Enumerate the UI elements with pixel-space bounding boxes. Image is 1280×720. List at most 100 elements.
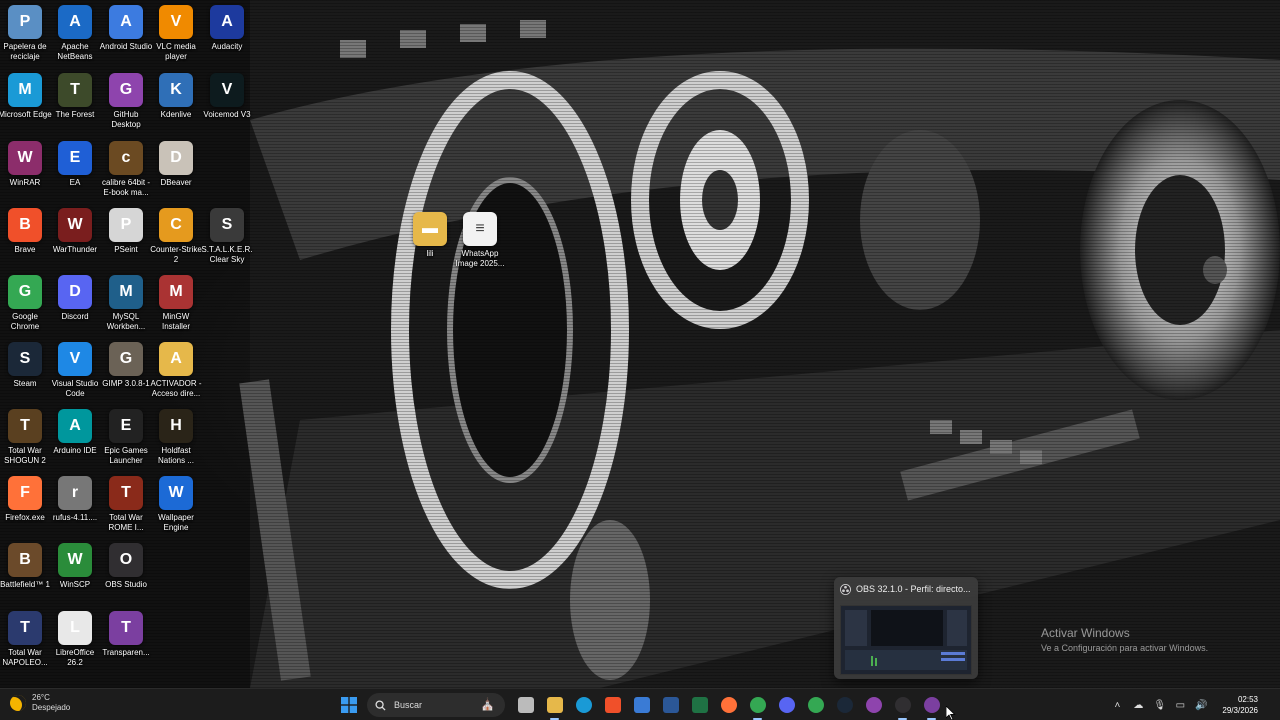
desktop-shortcut-netbeans[interactable]: A Apache NetBeans [50,5,100,69]
weather-widget[interactable]: 26°C Despejado [10,693,70,713]
desktop-shortcut-discord[interactable]: D Discord [50,275,100,339]
taskbar-app-excel[interactable] [685,693,714,717]
desktop-shortcut-libreoffice[interactable]: L LibreOffice 26.2 [50,611,100,675]
desktop-shortcut-the-forest[interactable]: T The Forest [50,73,100,137]
desktop-shortcut-rome[interactable]: T Total War ROME I... [101,476,151,540]
desktop-shortcut-voicemod[interactable]: V Voicemod V3 [202,73,252,137]
desktop-shortcut-edge[interactable]: M Microsoft Edge [0,73,52,137]
desktop-shortcut-stalker[interactable]: S S.T.A.L.K.E.R. Clear Sky [201,208,253,272]
taskbar-search-box[interactable]: Buscar ⛪ [367,693,505,717]
desktop-shortcut-winscp[interactable]: W WinSCP [50,543,100,607]
battlefield-icon: B [8,543,42,577]
desktop-shortcut-label: Steam [13,379,37,388]
chrome-icon [807,697,824,713]
desktop-shortcut-obs[interactable]: O OBS Studio [101,543,151,607]
desktop-shortcut-label: ACTIVADOR - Acceso dire... [150,379,202,398]
desktop-shortcut-label: Arduino IDE [53,446,97,455]
search-label: Buscar [394,700,423,710]
taskbar-app-github-desktop[interactable] [859,693,888,717]
desktop-shortcut-recycle-bin[interactable]: P Papelera de reciclaje [0,5,50,69]
desktop-shortcut-warthunder[interactable]: W WarThunder [50,208,100,272]
taskbar-app-brave[interactable] [598,693,627,717]
microphone-icon[interactable]: 🎙 [1153,700,1166,711]
weather-description: Despejado [32,703,71,712]
obs-icon: O [109,543,143,577]
desktop-shortcut-steam[interactable]: S Steam [0,342,50,406]
taskbar-app-discord[interactable] [772,693,801,717]
taskbar-app-file-explorer[interactable] [540,693,569,720]
taskbar-app-store[interactable] [627,693,656,717]
desktop-shortcut-vlc[interactable]: V VLC media player [151,5,201,69]
desktop-shortcut-gimp[interactable]: G GIMP 3.0.8-1 [101,342,151,406]
cloud-sync-icon[interactable]: ☁ [1132,700,1144,711]
desktop-shortcut-mysql-workbench[interactable]: M MySQL Workben... [101,275,151,339]
desktop-shortcut-label: VLC media player [156,42,196,61]
taskbar-app-edge[interactable] [569,693,598,717]
desktop-shortcut-firefox[interactable]: F Firefox.exe [0,476,50,540]
desktop-shortcut-rufus[interactable]: r rufus-4.11.... [50,476,100,540]
obs-window-thumbnail[interactable] [840,605,972,675]
system-tray: ˄ ☁ 🎙 ▭ 🔊 02:53 29/3/2026 [1111,693,1258,717]
desktop-shortcut-arduino[interactable]: A Arduino IDE [50,409,100,473]
calibre-icon: c [109,141,143,175]
desktop-shortcut-label: MinGW Installer [161,312,190,331]
shogun2-icon: T [8,409,42,443]
desktop-shortcut-label: Google Chrome [10,312,40,331]
network-icon[interactable]: ▭ [1174,700,1186,711]
taskbar-app-task-view[interactable] [511,693,540,717]
taskbar-app-chrome[interactable] [743,693,772,720]
desktop-shortcut-napoleon[interactable]: T Total War NAPOLEO... [0,611,50,675]
windows-start-icon [340,697,357,713]
taskbar-app-steam[interactable] [830,693,859,717]
desktop-shortcut-epic-games[interactable]: E Epic Games Launcher [101,409,151,473]
desktop-shortcut-holdfast[interactable]: H Holdfast Nations ... [151,409,201,473]
desktop-shortcut-audacity[interactable]: A Audacity [202,5,252,69]
desktop-shortcut-chrome[interactable]: G Google Chrome [0,275,50,339]
start-button[interactable] [334,693,363,717]
desktop-shortcut-vscode[interactable]: V Visual Studio Code [50,342,100,406]
desktop-shortcut-winrar[interactable]: W WinRAR [0,141,50,205]
desktop-shortcut-shogun2[interactable]: T Total War SHOGUN 2 [0,409,50,473]
desktop-shortcut-label: Firefox.exe [5,513,45,522]
desktop-shortcut-label: Wallpaper Engine [158,513,194,532]
desktop-shortcut-mingw[interactable]: M MinGW Installer [151,275,201,339]
taskbar-clock[interactable]: 02:53 29/3/2026 [1222,694,1258,716]
obs-window-preview[interactable]: OBS 32.1.0 - Perfil: directo... [834,577,978,679]
desktop-shortcut-transparent[interactable]: T Transparen... [101,611,151,675]
image-file-icon: ≡ [463,212,497,246]
vscode-icon: V [58,342,92,376]
desktop-folder-lili[interactable]: ▬ lili [405,212,455,276]
desktop-shortcut-brave[interactable]: B Brave [0,208,50,272]
desktop-shortcut-github-desktop[interactable]: G GitHub Desktop [101,73,151,137]
desktop-shortcut-folder[interactable]: A ACTIVADOR - Acceso dire... [151,342,201,406]
kdenlive-icon: K [159,73,193,107]
napoleon-icon: T [8,611,42,645]
epic-games-icon: E [109,409,143,443]
brave-icon [604,697,621,713]
desktop-shortcut-pseint[interactable]: P PSeint [101,208,151,272]
desktop-shortcut-battlefield[interactable]: B Battlefield™ 1 [0,543,50,607]
desktop-shortcut-ea[interactable]: E EA [50,141,100,205]
desktop-shortcut-android-studio[interactable]: A Android Studio [100,5,152,69]
taskbar-app-firefox[interactable] [714,693,743,717]
volume-icon[interactable]: 🔊 [1195,700,1207,711]
desktop-shortcut-calibre[interactable]: c calibre 64bit - E-book ma... [101,141,151,205]
desktop-shortcut-counter-strike[interactable]: C Counter-Strike 2 [150,208,202,272]
desktop-file-whatsapp-image[interactable]: ≡ WhatsApp Image 2025... [455,212,505,276]
activate-windows-subtitle: Ve a Configuración para activar Windows. [1041,643,1209,653]
taskbar-app-transparent[interactable] [917,693,946,720]
desktop-shortcut-label: MySQL Workben... [106,312,146,331]
desktop-shortcut-label: Microsoft Edge [0,110,52,119]
desktop-shortcut-label: EA [69,178,81,187]
taskbar-app-chrome-2[interactable] [801,693,830,717]
desktop-shortcut-kdenlive[interactable]: K Kdenlive [151,73,201,137]
show-hidden-icons-chevron-icon[interactable]: ˄ [1111,700,1123,711]
taskbar-app-obs[interactable] [888,693,917,720]
desktop-shortcut-wallpaper-engine[interactable]: W Wallpaper Engine [151,476,201,540]
desktop-shortcut-label: calibre 64bit - E-book ma... [101,178,151,197]
desktop-shortcut-dbeaver[interactable]: D DBeaver [151,141,201,205]
clock-date: 29/3/2026 [1222,706,1258,715]
pseint-icon: P [109,208,143,242]
android-studio-icon: A [109,5,143,39]
taskbar-app-word[interactable] [656,693,685,717]
